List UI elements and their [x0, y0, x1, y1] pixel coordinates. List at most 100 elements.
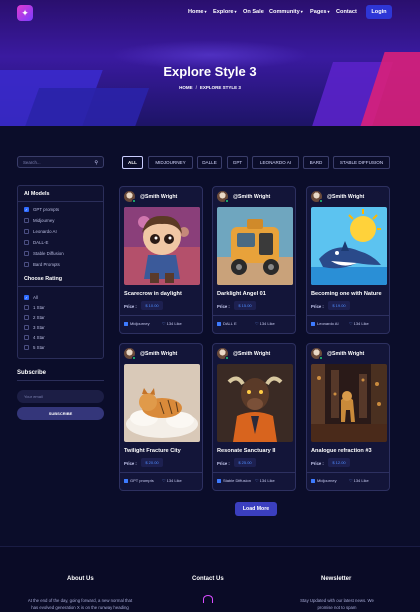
filter-model-leonardo[interactable]: Leonardo AI [24, 229, 57, 234]
chevron-down-icon: ▾ [300, 9, 303, 14]
checkbox-icon[interactable] [24, 335, 29, 340]
model-tag[interactable]: Midjourney [124, 321, 150, 326]
filter-model-bard[interactable]: Bard Prompts [24, 262, 60, 267]
checkbox-icon[interactable] [24, 305, 29, 310]
checkbox-icon[interactable] [24, 315, 29, 320]
newsletter-heading: Newsletter [321, 576, 352, 582]
nav-community[interactable]: Community▾ [269, 9, 303, 15]
heart-icon[interactable]: ♡ [349, 478, 353, 483]
tab-all[interactable]: ALL [122, 156, 143, 169]
tab-bard[interactable]: BARD [303, 156, 329, 169]
model-tag[interactable]: Leonardo AI [311, 321, 339, 326]
filter-model-stable-diffusion[interactable]: Stable Diffusion [24, 251, 64, 256]
card-image[interactable] [124, 207, 200, 285]
checkbox-icon[interactable] [24, 345, 29, 350]
checkbox-checked-icon[interactable]: ✓ [24, 207, 29, 212]
card-image[interactable] [124, 364, 200, 442]
prompt-card[interactable]: @Smith Wright Analogue refraction #3 Pri… [306, 343, 390, 491]
card-title[interactable]: Darklight Angel 01 [217, 291, 266, 297]
tab-stable-diffusion[interactable]: STABLE DIFFUSION [333, 156, 390, 169]
subscribe-button[interactable]: SUBSCRIBE [17, 407, 104, 420]
model-tag[interactable]: DALL E [217, 321, 237, 326]
filter-rating-all[interactable]: ✓ All [24, 295, 38, 300]
online-status-icon [319, 199, 323, 203]
heart-icon[interactable]: ♡ [349, 321, 353, 326]
like-count[interactable]: ♡134 Like [162, 321, 182, 326]
checkbox-icon[interactable] [24, 251, 29, 256]
card-image[interactable] [217, 207, 293, 285]
rating-heading: Choose Rating [24, 276, 63, 282]
card-author[interactable]: @Smith Wright [327, 194, 364, 200]
checkbox-icon[interactable] [24, 240, 29, 245]
heart-icon[interactable]: ♡ [255, 478, 259, 483]
like-count[interactable]: ♡134 Like [255, 478, 275, 483]
divider [213, 315, 295, 316]
nav-explore[interactable]: Explore▾ [213, 9, 237, 15]
checkbox-icon[interactable] [24, 229, 29, 234]
model-tag[interactable]: Midjourney [311, 478, 337, 483]
prompt-card[interactable]: @Smith Wright Scarecrow in daylight Pric… [119, 186, 203, 334]
online-status-icon [132, 199, 136, 203]
card-image[interactable] [217, 364, 293, 442]
checkbox-icon[interactable] [24, 262, 29, 267]
filter-model-gpt[interactable]: ✓ GPT prompts [24, 207, 59, 212]
price-badge: $ 15.00 [234, 301, 256, 310]
filter-rating-5[interactable]: 5 Star [24, 345, 45, 350]
filter-rating-3[interactable]: 3 Star [24, 325, 45, 330]
like-count[interactable]: ♡134 Like [255, 321, 275, 326]
card-author[interactable]: @Smith Wright [327, 351, 364, 357]
model-icon [124, 322, 128, 326]
card-title[interactable]: Twilight Fracture City [124, 448, 181, 454]
email-field[interactable]: Your email [17, 390, 104, 403]
checkbox-icon[interactable] [24, 325, 29, 330]
like-count[interactable]: ♡134 Like [162, 478, 182, 483]
search-input[interactable]: Search... ⚲ [17, 156, 104, 168]
nav-pages[interactable]: Pages▾ [310, 9, 330, 15]
logo-icon[interactable]: ✦ [17, 5, 33, 21]
card-image[interactable] [311, 207, 387, 285]
prompt-card[interactable]: @Smith Wright Becoming one with Nature P… [306, 186, 390, 334]
filter-rating-4[interactable]: 4 Star [24, 335, 45, 340]
price-badge: $ 12.00 [328, 458, 350, 467]
prompt-card[interactable]: @Smith Wright Darklight Angel 01 Price :… [212, 186, 296, 334]
checkbox-checked-icon[interactable]: ✓ [24, 295, 29, 300]
tab-gpt[interactable]: GPT [227, 156, 248, 169]
model-tag[interactable]: Stable Diffusion [217, 478, 251, 483]
filter-panel: AI Models ✓ GPT prompts Midjourney Leonar… [17, 185, 104, 359]
price-badge: $ 10.00 [141, 301, 163, 310]
heart-icon[interactable]: ♡ [162, 478, 166, 483]
prompt-card[interactable]: @Smith Wright Resonate Sanctuary II Pric… [212, 343, 296, 491]
card-author[interactable]: @Smith Wright [233, 194, 270, 200]
tab-leonardo[interactable]: LEONARDO AI [252, 156, 299, 169]
login-button[interactable]: Login [366, 5, 392, 19]
card-image[interactable] [311, 364, 387, 442]
filter-model-dalle[interactable]: DALL-E [24, 240, 48, 245]
load-more-button[interactable]: Load More [235, 502, 277, 516]
filter-rating-1[interactable]: 1 Star [24, 305, 45, 310]
checkbox-icon[interactable] [24, 218, 29, 223]
filter-model-midjourney[interactable]: Midjourney [24, 218, 54, 223]
tab-midjourney[interactable]: MIDJOURNEY [148, 156, 193, 169]
tab-dalle[interactable]: DALLE [197, 156, 222, 169]
nav-on-sale[interactable]: On Sale [243, 9, 264, 15]
card-title[interactable]: Analogue refraction #3 [311, 448, 372, 454]
breadcrumb-home[interactable]: HOME [179, 85, 193, 90]
nav-home[interactable]: Home▾ [188, 9, 207, 15]
heart-icon[interactable]: ♡ [162, 321, 166, 326]
prompt-card[interactable]: @Smith Wright Twilight Fracture City Pri… [119, 343, 203, 491]
card-title[interactable]: Resonate Sanctuary II [217, 448, 275, 454]
heart-icon[interactable]: ♡ [255, 321, 259, 326]
card-author[interactable]: @Smith Wright [140, 351, 177, 357]
card-author[interactable]: @Smith Wright [140, 194, 177, 200]
model-icon [311, 479, 315, 483]
search-icon[interactable]: ⚲ [94, 160, 98, 166]
card-author[interactable]: @Smith Wright [233, 351, 270, 357]
like-count[interactable]: ♡134 Like [349, 321, 369, 326]
card-title[interactable]: Scarecrow in daylight [124, 291, 182, 297]
model-tag[interactable]: GPT prompts [124, 478, 154, 483]
nav-contact[interactable]: Contact [336, 9, 357, 15]
like-count[interactable]: ♡134 Like [349, 478, 369, 483]
divider [120, 315, 202, 316]
card-title[interactable]: Becoming one with Nature [311, 291, 382, 297]
filter-rating-2[interactable]: 2 Star [24, 315, 45, 320]
